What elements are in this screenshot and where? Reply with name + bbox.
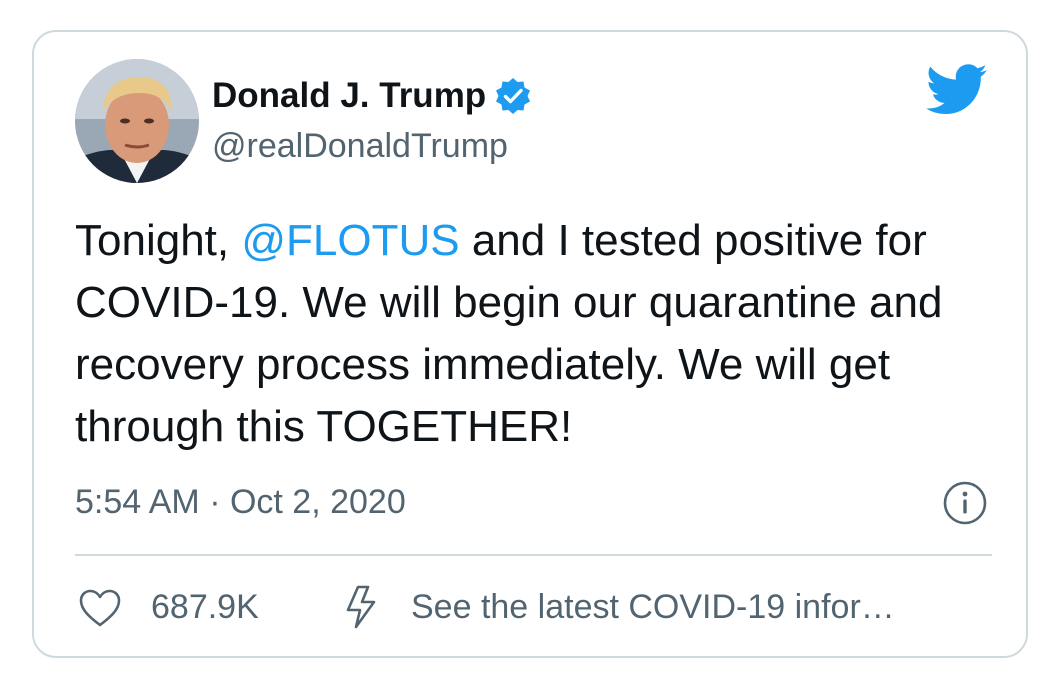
author-display-name[interactable]: Donald J. Trump: [212, 74, 532, 118]
covid-info-link[interactable]: See the latest COVID-19 infor…: [411, 585, 895, 629]
tweet-text: Tonight, @FLOTUS and I tested positive f…: [75, 210, 1005, 458]
avatar[interactable]: [75, 59, 199, 183]
like-count[interactable]: 687.9K: [151, 585, 259, 629]
author-handle[interactable]: @realDonaldTrump: [212, 124, 508, 168]
verified-badge-icon: [494, 77, 532, 115]
lightning-bolt-icon: [344, 584, 378, 630]
info-icon[interactable]: [942, 480, 988, 526]
twitter-bird-icon: [926, 64, 988, 116]
heart-icon[interactable]: [78, 588, 122, 628]
mention-link[interactable]: @FLOTUS: [241, 216, 459, 265]
tweet-timestamp[interactable]: 5:54 AM · Oct 2, 2020: [75, 480, 406, 524]
author-name-text[interactable]: Donald J. Trump: [212, 74, 486, 118]
tweet-text-part1: Tonight,: [75, 216, 242, 265]
divider: [75, 554, 992, 556]
tweet-card[interactable]: Donald J. Trump @realDonaldTrump Tonight…: [32, 30, 1028, 658]
